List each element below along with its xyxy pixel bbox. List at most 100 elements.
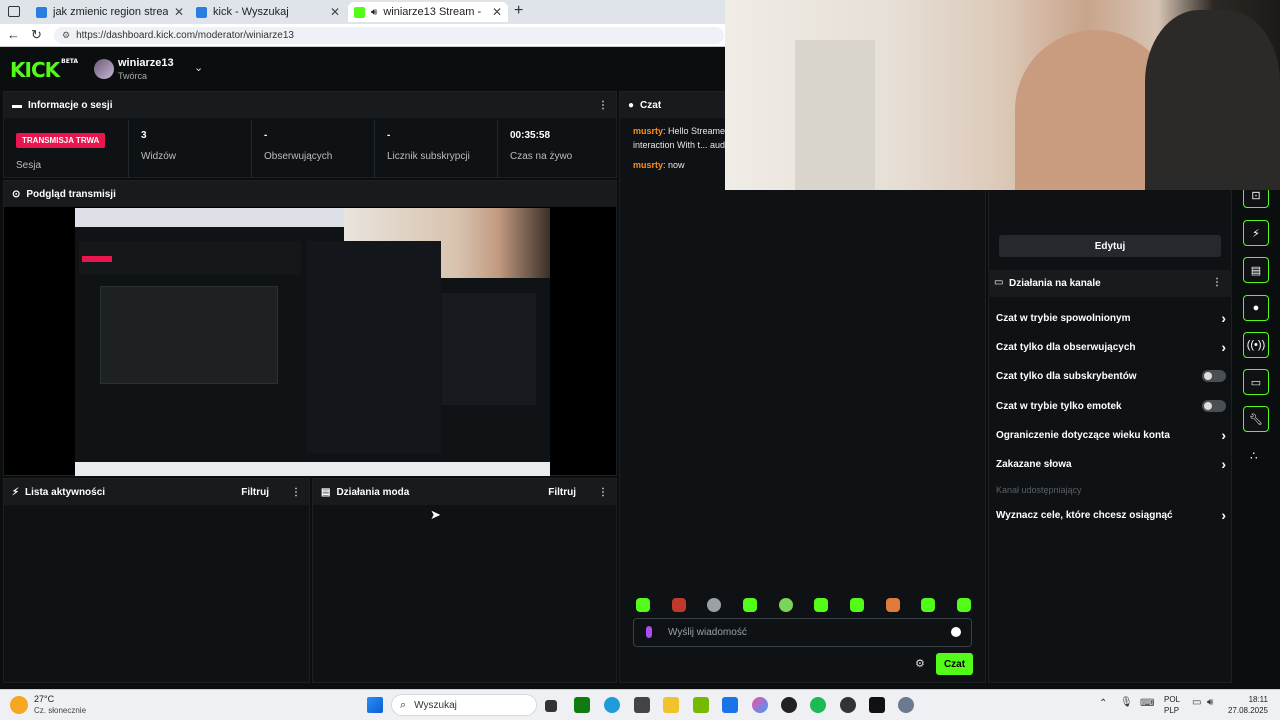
action-followers-only[interactable]: Czat tylko dla obserwujących ›: [996, 339, 1226, 355]
filter-button[interactable]: Filtruj: [241, 487, 269, 498]
close-tab-icon[interactable]: ✕: [492, 5, 502, 19]
url-field[interactable]: ⚙ https://dashboard.kick.com/moderator/w…: [54, 27, 724, 44]
action-banned-words[interactable]: Zakazane słowa ›: [996, 456, 1226, 472]
panel-title: Działania na kanale: [1009, 278, 1101, 289]
weather-icon[interactable]: [10, 696, 28, 714]
site-info-icon[interactable]: ⚙: [62, 30, 70, 41]
emote-icon[interactable]: [886, 598, 900, 612]
taskbar-search[interactable]: ⌕ Wyszukaj: [391, 694, 537, 716]
microphone-icon[interactable]: [646, 626, 652, 638]
capcut-icon[interactable]: [869, 697, 885, 713]
chat-username[interactable]: musrty: [633, 160, 663, 170]
nvidia-icon[interactable]: [693, 697, 709, 713]
chevron-right-icon: ›: [1221, 310, 1226, 326]
emote-icon[interactable]: [636, 598, 650, 612]
store-icon[interactable]: [722, 697, 738, 713]
more-widgets-icon[interactable]: ∴: [1250, 449, 1258, 463]
windows-start-icon[interactable]: [367, 697, 383, 713]
avatar[interactable]: [94, 59, 114, 79]
language-top[interactable]: POL: [1164, 695, 1180, 704]
mod-actions-panel: ▤ Działania moda Filtruj ⋮ ➤: [312, 478, 617, 683]
stat-label: Czas na żywo: [510, 151, 573, 162]
edge-icon[interactable]: [604, 697, 620, 713]
stream-preview-panel: ⊙ Podgląd transmisji: [3, 180, 617, 476]
filter-button[interactable]: Filtruj: [548, 487, 576, 498]
tab-kick-stream[interactable]: 🔊︎ winiarze13 Stream - Kick Das ✕: [348, 2, 508, 22]
app-icon[interactable]: [634, 697, 650, 713]
chat-send-button[interactable]: Czat: [936, 653, 973, 675]
broadcast-icon[interactable]: ((•)): [1243, 332, 1269, 358]
chevron-up-icon[interactable]: ⌃: [1099, 698, 1107, 709]
chat-username[interactable]: musrty: [633, 126, 663, 136]
chat-settings-icon[interactable]: ⚙: [915, 657, 925, 670]
emote-icon[interactable]: [779, 598, 793, 612]
webcam-door: [795, 40, 875, 190]
action-slow-mode[interactable]: Czat w trybie spowolnionym ›: [996, 310, 1226, 326]
clipboard-icon[interactable]: ▤: [1243, 257, 1269, 283]
more-options-icon[interactable]: ⋮: [291, 487, 301, 498]
more-options-icon[interactable]: ⋮: [598, 100, 608, 111]
channel-actions-header: ▭ Działania na kanale ⋮: [988, 270, 1232, 297]
back-icon[interactable]: ←: [7, 27, 20, 42]
microphone-tray-icon[interactable]: 🎙︎: [1120, 697, 1133, 708]
more-options-icon[interactable]: ⋮: [598, 487, 608, 498]
emote-icon[interactable]: [672, 598, 686, 612]
action-sharing-channel: Kanał udostępniający: [996, 482, 1226, 498]
obs-icon[interactable]: [781, 697, 797, 713]
emote-icon[interactable]: [707, 598, 721, 612]
file-explorer-icon[interactable]: [663, 697, 679, 713]
chat-bubble-icon[interactable]: ●: [1243, 295, 1269, 321]
close-tab-icon[interactable]: ✕: [330, 5, 340, 19]
chevron-right-icon: ›: [1221, 427, 1226, 443]
network-icon[interactable]: ▭: [1192, 697, 1201, 708]
bolt-icon[interactable]: ⚡︎: [1243, 220, 1269, 246]
emote-icon[interactable]: [957, 598, 971, 612]
panel-title: Czat: [640, 99, 662, 111]
emote-icon[interactable]: [850, 598, 864, 612]
tab-label: kick - Wyszukaj: [213, 6, 289, 18]
tab-search-region[interactable]: jak zmienic region streamu na kick ✕: [30, 2, 190, 22]
chat-input[interactable]: Wyślij wiadomość: [633, 618, 972, 647]
actions-icon[interactable]: ▭: [1243, 369, 1269, 395]
more-options-icon[interactable]: ⋮: [1212, 277, 1222, 288]
wrench-icon[interactable]: 🔧︎: [1243, 406, 1269, 432]
panel-title: Podgląd transmisji: [26, 188, 116, 200]
clock-date[interactable]: 27.08.2025: [1220, 706, 1268, 715]
speaker-icon[interactable]: 🔊︎: [371, 7, 377, 18]
settings-icon[interactable]: [898, 697, 914, 713]
keyboard-icon[interactable]: ⌨: [1140, 698, 1154, 709]
edit-button[interactable]: Edytuj: [999, 235, 1221, 257]
chevron-right-icon: ›: [1221, 339, 1226, 355]
volume-icon[interactable]: 🔊︎: [1207, 697, 1213, 708]
stat-label: Obserwujących: [264, 151, 333, 162]
language-bottom[interactable]: PLP: [1164, 706, 1179, 715]
copilot-icon[interactable]: [752, 697, 768, 713]
emoji-icon[interactable]: [951, 627, 961, 637]
action-account-age[interactable]: Ograniczenie dotyczące wieku konta ›: [996, 427, 1226, 443]
emote-only-toggle[interactable]: [1202, 400, 1226, 412]
stream-video[interactable]: [75, 208, 550, 476]
xbox-icon[interactable]: [574, 697, 590, 713]
new-tab-button[interactable]: +: [514, 2, 523, 20]
action-label: Czat w trybie tylko emotek: [996, 400, 1122, 412]
webcam-overlay: [725, 0, 1280, 190]
clock-time[interactable]: 18:11: [1220, 695, 1268, 704]
action-set-goals[interactable]: Wyznacz cele, które chcesz osiągnąć ›: [996, 507, 1226, 523]
emote-icon[interactable]: [814, 598, 828, 612]
activity-list-panel: ⚡︎ Lista aktywności Filtruj ⋮: [3, 478, 310, 683]
app-icon[interactable]: [840, 697, 856, 713]
kick-logo[interactable]: KICK BETA: [10, 58, 78, 82]
task-view-icon[interactable]: [545, 700, 557, 712]
reload-icon[interactable]: ↻: [31, 27, 42, 43]
tab-kick-search[interactable]: kick - Wyszukaj ✕: [190, 2, 346, 22]
chevron-down-icon[interactable]: ⌄: [194, 61, 203, 74]
subscribers-only-toggle[interactable]: [1202, 370, 1226, 382]
stat-value: -: [387, 130, 391, 141]
emote-icon[interactable]: [743, 598, 757, 612]
windows-taskbar: 27°C Cz. słonecznie ⌕ Wyszukaj ⌃ 🎙︎ ⌨ PO…: [0, 689, 1280, 720]
tab-switcher-icon[interactable]: [8, 6, 20, 17]
close-tab-icon[interactable]: ✕: [174, 5, 184, 19]
emote-icon[interactable]: [921, 598, 935, 612]
spotify-icon[interactable]: [810, 697, 826, 713]
channel-actions-icon: ▭: [994, 277, 1004, 288]
